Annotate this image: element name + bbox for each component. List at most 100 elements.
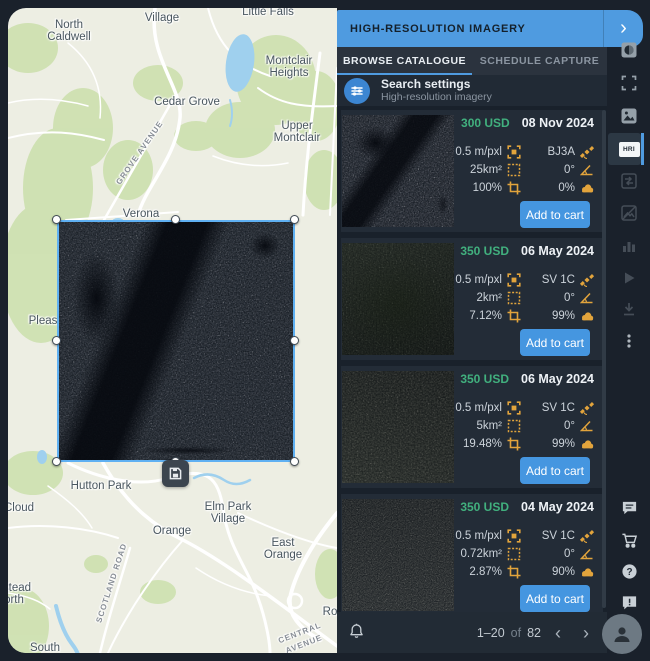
result-card[interactable]: 350 USD 04 May 2024 0.5 m/pxl SV 1C 0.72… bbox=[341, 494, 603, 612]
selection-handle-nw[interactable] bbox=[52, 215, 61, 224]
result-clouds: 99% bbox=[551, 310, 575, 322]
result-thumbnail bbox=[342, 115, 454, 227]
hri-icon[interactable]: HRI bbox=[612, 134, 646, 164]
save-selection-button[interactable] bbox=[162, 460, 189, 487]
area-select-icon[interactable] bbox=[612, 68, 646, 98]
selection-handle-ne[interactable] bbox=[290, 215, 299, 224]
add-to-cart-button[interactable]: Add to cart bbox=[520, 457, 590, 484]
result-date: 06 May 2024 bbox=[521, 372, 594, 386]
download-icon bbox=[612, 294, 646, 324]
result-sensor: BJ3A bbox=[547, 146, 576, 158]
result-angle: 0° bbox=[564, 548, 575, 560]
cloud-icon bbox=[582, 184, 594, 193]
stats-icon bbox=[612, 231, 646, 261]
dashed-area-icon bbox=[507, 291, 521, 305]
add-to-cart-button[interactable]: Add to cart bbox=[520, 585, 590, 612]
result-sensor: SV 1C bbox=[541, 530, 575, 542]
dashed-area-icon bbox=[507, 419, 521, 433]
bell-icon bbox=[350, 623, 363, 638]
result-card[interactable]: 300 USD 08 Nov 2024 0.5 m/pxl BJ3A 25km²… bbox=[341, 110, 603, 232]
angle-icon bbox=[580, 420, 593, 432]
map-town-label: East Orange bbox=[263, 537, 303, 561]
result-resolution: 0.5 m/pxl bbox=[455, 530, 502, 542]
selection-handle-sw[interactable] bbox=[52, 457, 61, 466]
aoi-selection-rectangle[interactable] bbox=[57, 220, 295, 462]
result-clouds: 99% bbox=[551, 438, 575, 450]
map-town-label: Verona bbox=[122, 208, 160, 220]
map-town-label: Pleas bbox=[28, 315, 58, 327]
tool-sidebar: HRI ? bbox=[602, 0, 650, 661]
satellite-icon bbox=[580, 530, 594, 543]
map-town-label: North Caldwell bbox=[47, 19, 91, 43]
center-focus-icon bbox=[507, 145, 521, 159]
pagination-prev-button[interactable]: ‹ bbox=[547, 623, 569, 643]
hri-chip-label: HRI bbox=[618, 141, 640, 157]
satellite-icon bbox=[580, 146, 594, 159]
notifications-bell-button[interactable] bbox=[347, 621, 366, 644]
map-canvas[interactable]: North Caldwell Village Little Falls Montcla… bbox=[8, 8, 337, 653]
feedback-icon[interactable] bbox=[612, 587, 646, 617]
app-window: North Caldwell Village Little Falls Montcla… bbox=[0, 0, 650, 661]
result-coverage: 100% bbox=[472, 182, 502, 194]
result-area: 0.72km² bbox=[460, 548, 502, 560]
account-icon[interactable] bbox=[602, 614, 642, 654]
result-angle: 0° bbox=[564, 292, 575, 304]
result-price: 350 USD bbox=[460, 372, 510, 386]
result-card[interactable]: 350 USD 06 May 2024 0.5 m/pxl SV 1C 2km²… bbox=[341, 238, 603, 360]
pagination-range: 1–20 bbox=[476, 625, 505, 640]
map-town-label: Elm Park Village bbox=[204, 501, 252, 525]
result-card[interactable]: 350 USD 06 May 2024 0.5 m/pxl SV 1C 5km²… bbox=[341, 366, 603, 488]
play-icon bbox=[612, 263, 646, 293]
crop-icon bbox=[507, 565, 521, 579]
dashed-area-icon bbox=[507, 163, 521, 177]
satellite-icon bbox=[580, 402, 594, 415]
imagery-icon[interactable] bbox=[612, 101, 646, 131]
result-clouds: 90% bbox=[551, 566, 575, 578]
selection-handle-n[interactable] bbox=[171, 215, 180, 224]
result-coverage: 2.87% bbox=[469, 566, 502, 578]
tab-browse-catalogue[interactable]: BROWSE CATALOGUE bbox=[337, 47, 472, 75]
results-list: 300 USD 08 Nov 2024 0.5 m/pxl BJ3A 25km²… bbox=[337, 106, 607, 612]
tab-schedule-capture[interactable]: SCHEDULE CAPTURE bbox=[472, 47, 607, 75]
save-icon bbox=[169, 467, 182, 480]
pagination-next-button[interactable]: › bbox=[575, 623, 597, 643]
result-resolution: 0.5 m/pxl bbox=[455, 274, 502, 286]
result-angle: 0° bbox=[564, 420, 575, 432]
comment-icon[interactable] bbox=[612, 492, 646, 522]
compare-icon bbox=[612, 166, 646, 196]
center-focus-icon bbox=[507, 273, 521, 287]
tab-bar: BROWSE CATALOGUE SCHEDULE CAPTURE bbox=[337, 47, 607, 75]
map-town-label: orth bbox=[8, 594, 24, 606]
selection-handle-e[interactable] bbox=[290, 336, 299, 345]
result-price: 350 USD bbox=[460, 500, 510, 514]
result-clouds: 0% bbox=[558, 182, 575, 194]
result-area: 25km² bbox=[470, 164, 502, 176]
center-focus-icon bbox=[507, 401, 521, 415]
panel-header: HIGH-RESOLUTION IMAGERY › bbox=[337, 10, 643, 47]
contrast-icon[interactable] bbox=[612, 35, 646, 65]
more-icon[interactable] bbox=[612, 326, 646, 356]
results-scrollbar[interactable] bbox=[602, 110, 606, 608]
map-town-label: Orange bbox=[152, 525, 192, 537]
add-to-cart-button[interactable]: Add to cart bbox=[520, 201, 590, 228]
search-settings-row[interactable]: Search settings High-resolution imagery bbox=[337, 75, 607, 106]
help-icon[interactable]: ? bbox=[612, 556, 646, 586]
map-town-label: Hutton Park bbox=[70, 480, 132, 492]
search-settings-subtitle: High-resolution imagery bbox=[381, 91, 492, 103]
result-date: 06 May 2024 bbox=[521, 244, 594, 258]
crop-icon bbox=[507, 437, 521, 451]
selection-handle-w[interactable] bbox=[52, 336, 61, 345]
add-to-cart-button[interactable]: Add to cart bbox=[520, 329, 590, 356]
crop-icon bbox=[507, 181, 521, 195]
result-angle: 0° bbox=[564, 164, 575, 176]
catalogue-panel: HIGH-RESOLUTION IMAGERY › BROWSE CATALOG… bbox=[337, 0, 643, 661]
result-date: 04 May 2024 bbox=[521, 500, 594, 514]
result-coverage: 7.12% bbox=[469, 310, 502, 322]
result-sensor: SV 1C bbox=[541, 402, 575, 414]
satellite-icon bbox=[580, 274, 594, 287]
selection-handle-se[interactable] bbox=[290, 457, 299, 466]
angle-icon bbox=[580, 292, 593, 304]
map-town-label: Cloud bbox=[8, 502, 35, 514]
cart-icon[interactable] bbox=[612, 525, 646, 555]
crop-icon bbox=[507, 309, 521, 323]
